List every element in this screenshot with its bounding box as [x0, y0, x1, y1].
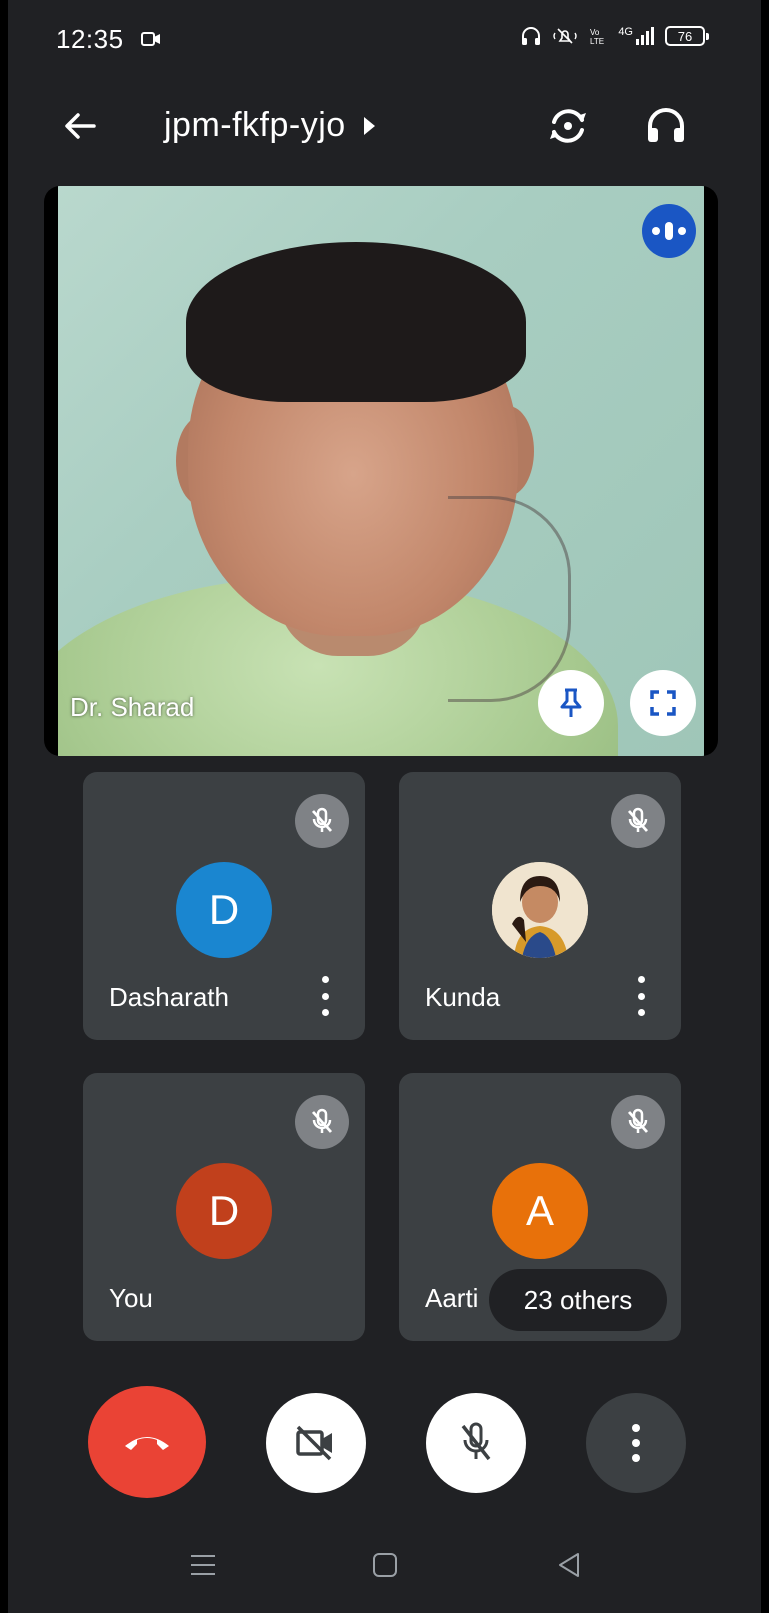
- headset-status-icon: [522, 27, 541, 45]
- call-header: jpm-fkfp-yjo: [8, 86, 761, 166]
- camera-off-icon: [296, 1425, 332, 1461]
- pin-icon: [560, 688, 582, 717]
- participant-video: [58, 186, 704, 756]
- network-type: 4G: [618, 26, 633, 38]
- video-call-status-icon: [141, 32, 160, 46]
- participant-name: Dasharath: [109, 982, 229, 1012]
- mic-off-icon: [461, 1422, 491, 1461]
- battery-level: 76: [677, 28, 693, 44]
- participant-name: Kunda: [425, 982, 501, 1012]
- speaking-indicator-icon: [642, 204, 696, 258]
- meeting-code: jpm-fkfp-yjo: [164, 106, 346, 144]
- svg-text:LTE: LTE: [590, 37, 604, 46]
- back-arrow-icon[interactable]: [58, 104, 102, 148]
- battery-icon: 76: [665, 26, 709, 46]
- home-nav-icon[interactable]: [370, 1550, 400, 1580]
- camera-toggle-button[interactable]: [266, 1393, 366, 1493]
- others-count-chip[interactable]: 23 others: [489, 1269, 667, 1331]
- avatar-letter: D: [208, 886, 240, 933]
- participant-tile[interactable]: Kunda: [399, 772, 681, 1040]
- mute-notifications-icon: [553, 28, 578, 44]
- status-time: 12:35: [56, 24, 124, 54]
- end-call-button[interactable]: [88, 1386, 206, 1498]
- meeting-code-button[interactable]: jpm-fkfp-yjo: [164, 106, 375, 145]
- back-nav-icon[interactable]: [554, 1550, 584, 1580]
- mic-off-icon: [295, 794, 349, 848]
- avatar: D: [176, 1163, 272, 1259]
- video-person-hair: [186, 242, 526, 402]
- fullscreen-button[interactable]: [630, 670, 696, 736]
- flip-camera-icon[interactable]: [544, 102, 592, 150]
- system-navigation-bar: [8, 1520, 761, 1613]
- more-vert-icon[interactable]: [631, 976, 651, 1016]
- participant-tile[interactable]: D Dasharath: [83, 772, 365, 1040]
- headphones-icon[interactable]: [642, 102, 690, 150]
- avatar: D: [176, 862, 272, 958]
- mic-off-icon: [295, 1095, 349, 1149]
- video-earphone-wire: [448, 496, 571, 702]
- status-icons: Vo LTE 4G 76: [520, 26, 709, 46]
- avatar-letter: D: [208, 1187, 240, 1234]
- mic-off-icon: [611, 794, 665, 848]
- menu-nav-icon[interactable]: [188, 1550, 218, 1580]
- phone-hangup-icon: [125, 1437, 169, 1450]
- meet-call-screen: 12:35 Vo LTE 4G 76 jpm-fkfp-yjo Dr. Shar…: [8, 0, 761, 1613]
- signal-icon: [636, 27, 654, 45]
- avatar: A: [492, 1163, 588, 1259]
- avatar-letter: A: [525, 1187, 554, 1234]
- participant-name: You: [109, 1283, 153, 1313]
- profile-photo-avatar: [492, 862, 588, 958]
- main-video-tile[interactable]: [44, 186, 718, 756]
- status-bar: 12:35 Vo LTE 4G 76: [8, 0, 761, 76]
- participant-tile[interactable]: A Aarti 23 others: [399, 1073, 681, 1341]
- mic-toggle-button[interactable]: [426, 1393, 526, 1493]
- more-vert-icon: [631, 1424, 641, 1462]
- svg-text:Vo: Vo: [590, 28, 600, 37]
- more-options-button[interactable]: [586, 1393, 686, 1493]
- participant-name: Aarti: [425, 1283, 479, 1313]
- fullscreen-icon: [650, 690, 676, 716]
- participant-tile-self[interactable]: D You: [83, 1073, 365, 1341]
- mic-off-icon: [611, 1095, 665, 1149]
- pin-button[interactable]: [538, 670, 604, 736]
- caret-right-icon: [363, 116, 375, 135]
- main-tile-name: Dr. Sharad: [70, 692, 195, 722]
- volte-icon: Vo LTE: [590, 28, 604, 46]
- more-vert-icon[interactable]: [315, 976, 335, 1016]
- others-count-label: 23 others: [523, 1284, 633, 1315]
